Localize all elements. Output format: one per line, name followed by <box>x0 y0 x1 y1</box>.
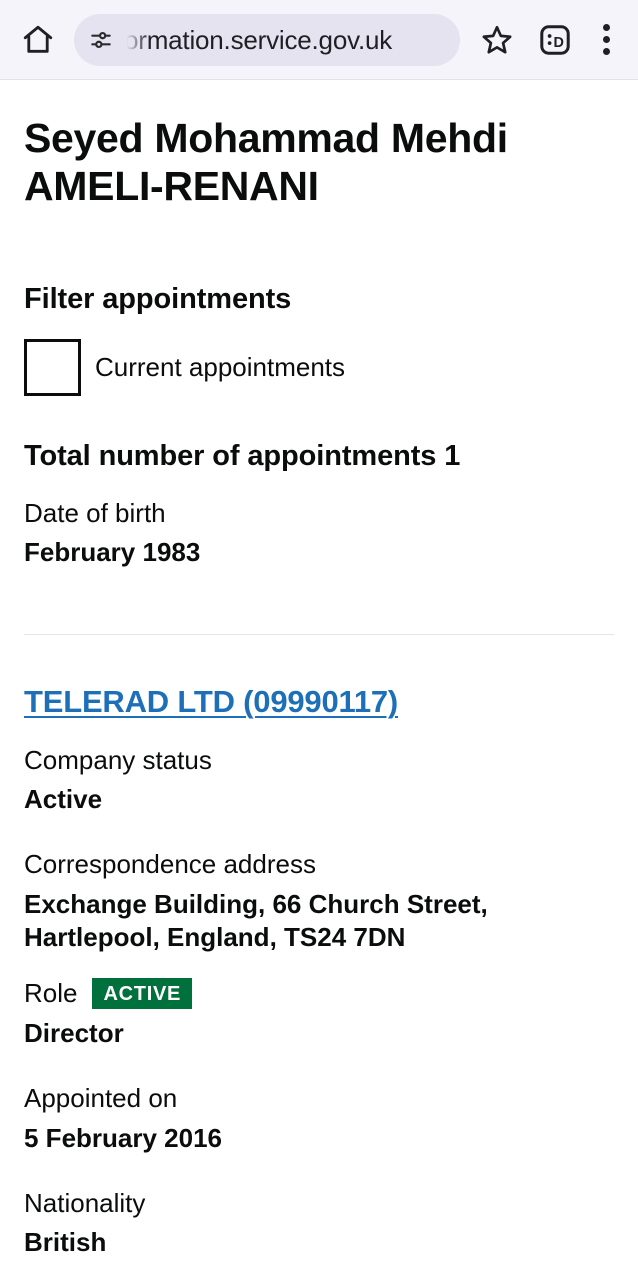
star-icon[interactable] <box>470 13 524 67</box>
status-badge: ACTIVE <box>92 978 193 1010</box>
section-divider <box>24 634 614 636</box>
tab-switcher-icon[interactable]: D <box>528 13 582 67</box>
current-appointments-checkbox-row[interactable]: Current appointments <box>24 339 614 397</box>
home-icon[interactable] <box>12 14 64 66</box>
url-bar[interactable]: ormation.service.gov.uk <box>74 13 460 66</box>
company-link[interactable]: TELERAD LTD (09990117) <box>24 684 398 719</box>
page-info-tune-icon[interactable] <box>88 27 114 53</box>
nationality-value: British <box>24 1227 107 1258</box>
current-appointments-checkbox[interactable] <box>24 339 81 397</box>
svg-text:D: D <box>554 34 564 50</box>
url-text[interactable]: ormation.service.gov.uk <box>124 23 392 57</box>
current-appointments-label[interactable]: Current appointments <box>95 352 345 383</box>
page-title: Seyed Mohammad Mehdi AMELI-RENANI <box>24 115 508 209</box>
date-of-birth-label: Date of birth <box>24 497 166 528</box>
filter-appointments-heading: Filter appointments <box>24 283 292 316</box>
company-link-wrap: TELERAD LTD (09990117) <box>24 683 614 720</box>
screen: ormation.service.gov.uk D Seyed Mohammad… <box>0 0 638 1280</box>
role-label: Role <box>24 978 78 1009</box>
total-appointments-heading: Total number of appointments 1 <box>24 439 461 472</box>
company-status-label: Company status <box>24 744 212 775</box>
url-text-wrap: ormation.service.gov.uk <box>124 22 444 57</box>
appointed-on-label: Appointed on <box>24 1083 178 1114</box>
role-value: Director <box>24 1017 124 1048</box>
page-content: Seyed Mohammad Mehdi AMELI-RENANI Filter… <box>0 115 638 1260</box>
role-row: Role ACTIVE <box>24 977 614 1010</box>
correspondence-address-value: Exchange Building, 66 Church Street, Har… <box>24 888 488 953</box>
company-status-value: Active <box>24 784 103 815</box>
nationality-label: Nationality <box>24 1187 146 1218</box>
date-of-birth-value: February 1983 <box>24 537 201 568</box>
more-vertical-icon[interactable] <box>584 13 628 67</box>
menu-dots <box>602 24 610 55</box>
appointed-on-value: 5 February 2016 <box>24 1122 223 1153</box>
browser-toolbar: ormation.service.gov.uk D <box>0 0 638 80</box>
correspondence-address-label: Correspondence address <box>24 849 316 880</box>
